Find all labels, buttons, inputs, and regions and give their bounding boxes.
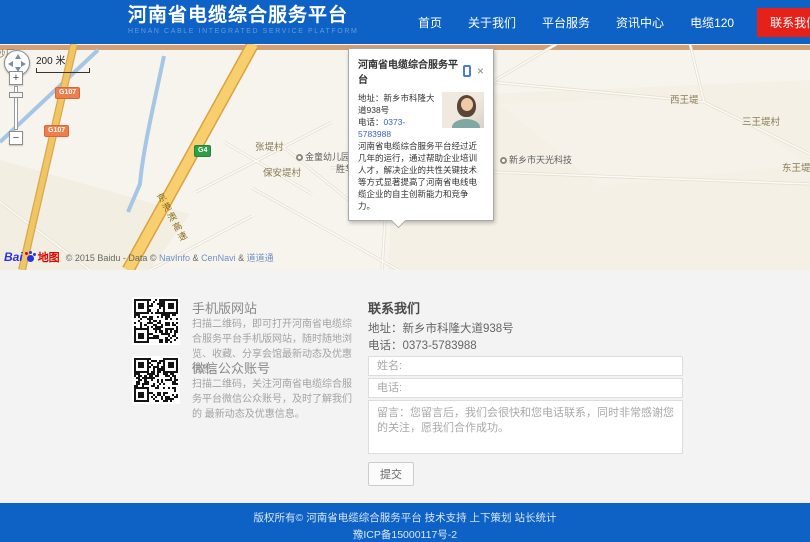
site-title: 河南省电缆综合服务平台 <box>128 5 358 27</box>
cennavi-link[interactable]: CenNavi <box>201 253 236 263</box>
contact-phone: 电话：0373-5783988 <box>368 337 477 353</box>
nav-item-news[interactable]: 资讯中心 <box>616 14 664 31</box>
nav-item-home[interactable]: 首页 <box>418 14 442 31</box>
site-footer: 版权所有© 河南省电缆综合服务平台 技术支持 上下策划 站长统计 豫ICP备15… <box>0 503 810 542</box>
wechat-account-title: 微信公众账号 <box>192 358 270 377</box>
copyright-text: © 2015 Baidu - Data © NavInfo & CenNavi … <box>66 251 274 264</box>
map-scale-bar <box>36 68 90 73</box>
nav-item-services[interactable]: 平台服务 <box>542 14 590 31</box>
zoom-slider-handle[interactable] <box>9 92 23 98</box>
poi-circle-icon[interactable] <box>296 154 303 161</box>
navinfo-link[interactable]: NavInfo <box>159 253 190 263</box>
map-label-sanwangdicun: 三王堤村 <box>742 114 780 128</box>
zoom-in-button[interactable]: + <box>9 71 23 85</box>
site-header: 河南省电缆综合服务平台 HENAN CABLE INTEGRATED SERVI… <box>0 0 810 44</box>
phone-input[interactable] <box>368 378 683 398</box>
map-label-zhangdicun: 张堤村 <box>255 139 284 153</box>
footer-copyright: 版权所有© 河南省电缆综合服务平台 技术支持 上下策划 站长统计 <box>0 503 810 525</box>
poi-circle-icon[interactable] <box>500 157 507 164</box>
message-textarea[interactable] <box>368 400 683 454</box>
map-label-shachang: 纱厂 <box>0 46 15 60</box>
wechat-qr-code <box>132 356 180 404</box>
mobile-site-title: 手机版网站 <box>192 298 257 317</box>
page: 河南省电缆综合服务平台 HENAN CABLE INTEGRATED SERVI… <box>0 0 810 542</box>
road-badge-g4: G4 <box>194 145 211 157</box>
baidu-logo: Bai <box>4 250 23 264</box>
map-scale: 200 米 <box>36 52 90 73</box>
baidu-map-logo-text: 地图 <box>38 249 60 265</box>
infowindow-title: 河南省电缆综合服务平台 <box>358 56 463 86</box>
contact-address: 地址：新乡市科隆大道938号 <box>368 320 514 336</box>
map-poi-tianguang: 新乡市天光科技 <box>500 153 572 166</box>
road-badge-g107: G107 <box>44 125 69 137</box>
baidu-paw-icon <box>25 252 36 262</box>
site-logo: 河南省电缆综合服务平台 HENAN CABLE INTEGRATED SERVI… <box>128 5 358 35</box>
map-label-baoandicun: 保安堤村 <box>263 165 301 179</box>
map-canvas[interactable]: 200 米 + − G4 G107 G107 京港澳高速 纱厂 张堤村 金童幼儿… <box>0 44 810 270</box>
road-badge-g107: G107 <box>55 87 80 99</box>
map-attribution: Bai 地图 © 2015 Baidu - Data © NavInfo & C… <box>4 248 274 266</box>
map-infowindow: 河南省电缆综合服务平台 × 地址：新乡市科隆大道938号 电话：0373-578… <box>348 48 494 221</box>
nav-item-cable120[interactable]: 电缆120 <box>690 14 734 31</box>
lower-section: 手机版网站 扫描二维码，即可打开河南省电缆综合服务平台手机版网站，随时随地浏览、… <box>0 270 810 503</box>
contact-heading: 联系我们 <box>368 298 420 317</box>
close-icon[interactable]: × <box>477 66 484 76</box>
main-nav: 首页 关于我们 平台服务 资讯中心 电缆120 联系我们 <box>405 0 810 44</box>
daodaotong-link[interactable]: 道道通 <box>247 253 274 263</box>
map-scale-label: 200 米 <box>36 56 65 67</box>
submit-button[interactable]: 提交 <box>368 462 414 486</box>
map-label-dongwangdi: 东王堤 <box>782 160 810 174</box>
contact-photo <box>442 92 484 128</box>
footer-icp: 豫ICP备15000117号-2 <box>0 525 810 542</box>
site-subtitle: HENAN CABLE INTEGRATED SERVICE PLATFORM <box>128 28 358 35</box>
mobile-phone-icon[interactable] <box>463 65 471 77</box>
wechat-account-desc: 扫描二维码，关注河南省电缆综合服务平台微信公众账号，及时了解我们的 最新动态及优… <box>192 377 358 422</box>
map-label-xiwangdi: 西王堤 <box>670 92 699 106</box>
nav-item-about[interactable]: 关于我们 <box>468 14 516 31</box>
mobile-site-qr-code <box>132 297 180 345</box>
nav-item-contact[interactable]: 联系我们 <box>757 8 810 37</box>
zoom-out-button[interactable]: − <box>9 131 23 145</box>
infowindow-description: 河南省电缆综合服务平台经过近几年的运行，通过帮助企业培训人才，解决企业的共性关键… <box>358 140 484 212</box>
name-input[interactable] <box>368 356 683 376</box>
